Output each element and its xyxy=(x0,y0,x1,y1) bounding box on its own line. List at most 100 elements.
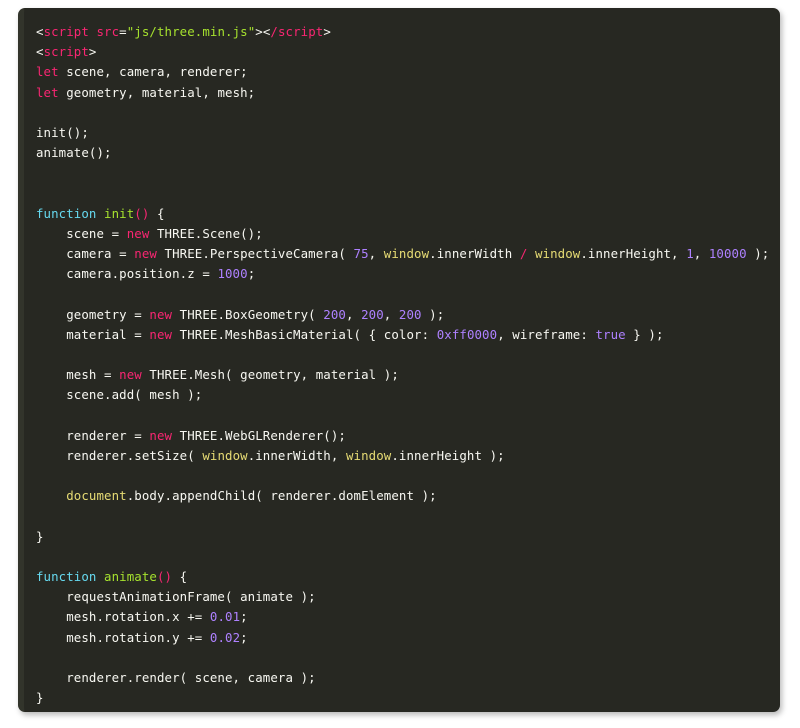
code-token: ( geometry, material ); xyxy=(225,367,399,382)
code-token: "js/three.min.js" xyxy=(127,24,256,39)
code-token: geometry, material, mesh; xyxy=(59,85,256,100)
code-token xyxy=(96,206,104,221)
code-token: animate xyxy=(36,145,89,160)
code-token: window xyxy=(346,448,391,463)
code-line xyxy=(24,648,780,668)
code-token: THREE.BoxGeometry xyxy=(172,307,308,322)
code-token: (); xyxy=(66,125,89,140)
code-token: material = xyxy=(36,327,149,342)
code-token: init xyxy=(104,206,134,221)
code-line xyxy=(24,163,780,183)
code-token: } ); xyxy=(626,327,664,342)
code-line xyxy=(24,284,780,304)
code-token: function xyxy=(36,206,96,221)
code-token: 200 xyxy=(399,307,422,322)
code-token: ); xyxy=(747,246,770,261)
code-token: () xyxy=(134,206,149,221)
code-line xyxy=(24,406,780,426)
code-token: new xyxy=(149,307,172,322)
code-token: 0xff0000 xyxy=(437,327,497,342)
code-token: } xyxy=(36,529,44,544)
code-line: let geometry, material, mesh; xyxy=(24,83,780,103)
code-line: init(); xyxy=(24,123,780,143)
code-line xyxy=(24,345,780,365)
code-line xyxy=(24,184,780,204)
code-token: mesh = xyxy=(36,367,119,382)
code-token xyxy=(527,246,535,261)
code-content[interactable]: <script src="js/three.min.js"></script><… xyxy=(24,8,780,712)
code-token: script xyxy=(278,24,323,39)
code-token: = xyxy=(119,24,127,39)
code-token: src xyxy=(96,24,119,39)
code-token: , xyxy=(384,307,399,322)
code-token: window xyxy=(535,246,580,261)
code-token: ( { color: xyxy=(354,327,437,342)
code-token: requestAnimationFrame( animate ); xyxy=(36,589,316,604)
code-token: > xyxy=(255,24,263,39)
code-line: camera.position.z = 1000; xyxy=(24,264,780,284)
code-line: <script src="js/three.min.js"></script> xyxy=(24,22,780,42)
code-token: mesh.rotation.x += xyxy=(36,609,210,624)
code-token: , xyxy=(346,307,361,322)
code-token: scene, camera, renderer; xyxy=(59,64,248,79)
code-token: THREE.Mesh xyxy=(142,367,225,382)
code-token: scene = xyxy=(36,226,127,241)
code-token: camera = xyxy=(36,246,134,261)
code-token: { xyxy=(149,206,164,221)
code-token: / xyxy=(44,710,52,712)
code-token: .innerHeight, xyxy=(580,246,686,261)
code-token: , wireframe: xyxy=(497,327,595,342)
code-token: 10000 xyxy=(709,246,747,261)
code-line: document.body.appendChild( renderer.domE… xyxy=(24,486,780,506)
code-token: THREE.Scene xyxy=(149,226,240,241)
code-token: 0.01 xyxy=(210,609,240,624)
code-line: animate(); xyxy=(24,143,780,163)
code-token: < xyxy=(36,710,44,712)
code-line: material = new THREE.MeshBasicMaterial( … xyxy=(24,325,780,345)
code-line: mesh = new THREE.Mesh( geometry, materia… xyxy=(24,365,780,385)
code-token: .innerWidth xyxy=(429,246,520,261)
code-token: renderer = xyxy=(36,428,149,443)
code-token: , xyxy=(694,246,709,261)
code-line: requestAnimationFrame( animate ); xyxy=(24,587,780,607)
code-line xyxy=(24,507,780,527)
code-token: function xyxy=(36,569,96,584)
code-line: geometry = new THREE.BoxGeometry( 200, 2… xyxy=(24,305,780,325)
code-token: } xyxy=(36,690,44,705)
code-token: renderer.render( scene, camera ); xyxy=(36,670,316,685)
code-token: < xyxy=(36,24,44,39)
code-token: ; xyxy=(248,266,256,281)
code-line: } xyxy=(24,527,780,547)
code-line: renderer.render( scene, camera ); xyxy=(24,668,780,688)
code-token: init xyxy=(36,125,66,140)
code-line: let scene, camera, renderer; xyxy=(24,62,780,82)
code-token: < xyxy=(36,44,44,59)
code-token: THREE.WebGLRenderer xyxy=(172,428,323,443)
code-token: scene.add( mesh ); xyxy=(36,387,202,402)
code-token: 1 xyxy=(686,246,694,261)
code-token: (); xyxy=(89,145,112,160)
code-token: (); xyxy=(323,428,346,443)
code-token: new xyxy=(149,327,172,342)
code-token: ; xyxy=(240,609,248,624)
code-token: { xyxy=(172,569,187,584)
code-token: 1000 xyxy=(217,266,247,281)
code-token: .body.appendChild( renderer.domElement )… xyxy=(127,488,437,503)
code-line: function init() { xyxy=(24,204,780,224)
code-token: let xyxy=(36,85,59,100)
code-token: (); xyxy=(240,226,263,241)
code-line: renderer.setSize( window.innerWidth, win… xyxy=(24,446,780,466)
code-token: 75 xyxy=(354,246,369,261)
code-token: ; xyxy=(240,630,248,645)
code-token: > xyxy=(96,710,104,712)
code-token: , xyxy=(369,246,384,261)
code-line xyxy=(24,466,780,486)
code-token: THREE.MeshBasicMaterial xyxy=(172,327,353,342)
code-token: script xyxy=(44,44,89,59)
code-token: window xyxy=(384,246,429,261)
code-token: 200 xyxy=(361,307,384,322)
code-token: geometry = xyxy=(36,307,149,322)
code-token: / xyxy=(270,24,278,39)
code-token: camera.position.z = xyxy=(36,266,217,281)
code-line: scene.add( mesh ); xyxy=(24,385,780,405)
